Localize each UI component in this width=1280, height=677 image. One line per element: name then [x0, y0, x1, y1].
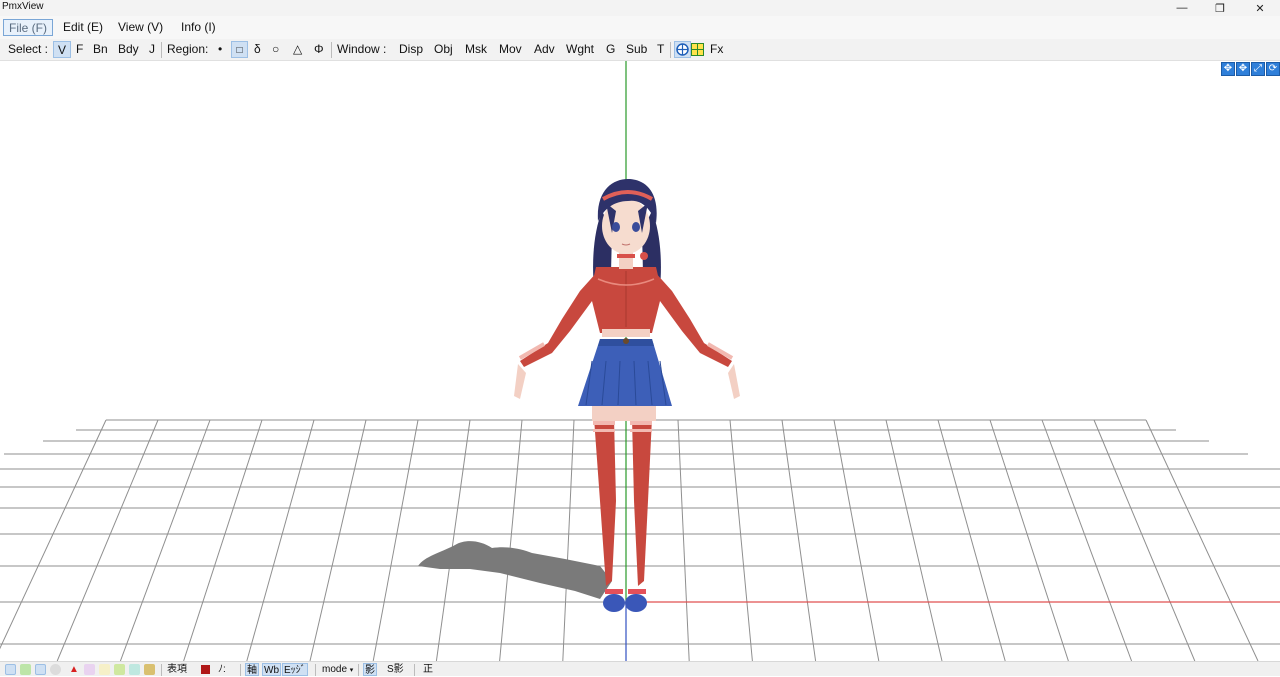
body-display-icon[interactable] — [35, 664, 46, 675]
window-adv-button[interactable]: Adv — [532, 41, 557, 58]
menu-info[interactable]: Info (I) — [176, 19, 221, 36]
region-label: Region: — [167, 42, 209, 56]
app-title: PmxView — [2, 1, 44, 12]
wb-toggle[interactable]: Wb — [262, 663, 281, 676]
menu-file[interactable]: File (F) — [3, 19, 53, 36]
grid-line — [937, 419, 1006, 661]
light-icon[interactable] — [99, 664, 110, 675]
grid-line — [435, 419, 471, 661]
toolbar-separator — [670, 42, 671, 58]
front-view-button[interactable]: 正 — [423, 663, 433, 676]
bottom-toolbar: ▲ 表項 ﾉ: 軸 Wb Eｯｼﾞ mode ▾ 影 S影 正 — [0, 661, 1280, 676]
move-xz-icon[interactable]: ✥ — [1236, 62, 1250, 76]
menu-bar: File (F) Edit (E) View (V) Info (I) — [0, 16, 1280, 39]
axis-toggle[interactable]: 軸 — [245, 663, 259, 676]
window-label: Window : — [337, 42, 387, 56]
chevron-down-icon: ▾ — [349, 667, 354, 674]
grid-icon[interactable] — [691, 41, 705, 58]
restore-button[interactable]: ❐ — [1200, 0, 1240, 16]
point-display-icon[interactable] — [5, 664, 16, 675]
grid-line — [781, 419, 817, 661]
grid-line — [562, 419, 575, 661]
title-bar: PmxView — ❐ ✕ — [0, 0, 1280, 16]
region-phi-button[interactable]: Φ — [312, 41, 326, 58]
grid-line — [0, 419, 107, 650]
selfshadow-toggle[interactable]: S影 — [387, 663, 404, 676]
joint-display-icon[interactable] — [50, 664, 61, 675]
grid-line — [309, 419, 367, 661]
wave-icon[interactable] — [84, 664, 95, 675]
region-lasso-button[interactable]: δ — [252, 41, 263, 58]
mode-label: mode — [322, 664, 348, 675]
status-separator — [358, 664, 359, 676]
color-swatch-icon[interactable] — [201, 665, 210, 674]
grid-line — [1145, 419, 1259, 661]
grid-line — [499, 419, 523, 661]
grid-line — [183, 419, 263, 661]
cyan-icon[interactable] — [129, 664, 140, 675]
select-body-button[interactable]: Bdy — [116, 41, 141, 58]
status-separator — [240, 664, 241, 676]
select-joint-button[interactable]: J — [147, 41, 157, 58]
3d-viewport[interactable] — [0, 61, 1280, 661]
grid-line — [677, 419, 690, 661]
grid-line — [833, 419, 880, 661]
status-separator — [414, 664, 415, 676]
character-model — [514, 179, 740, 612]
fx-button[interactable]: Fx — [708, 41, 725, 58]
status-separator — [161, 664, 162, 676]
bone-display-icon[interactable] — [20, 664, 31, 675]
triangle-icon[interactable]: ▲ — [69, 663, 79, 676]
zoom-icon[interactable]: ⤢ — [1251, 62, 1265, 76]
toolbar: Select : V F Bn Bdy J Region: • □ δ ○ △ … — [0, 39, 1280, 61]
grid-line — [246, 419, 315, 661]
grid-line — [885, 419, 943, 661]
window-mov-button[interactable]: Mov — [497, 41, 524, 58]
grid-line — [989, 419, 1069, 661]
view-nav-controls: ✥ ✥ ⤢ ⟳ — [1221, 62, 1280, 76]
menu-view[interactable]: View (V) — [113, 19, 168, 36]
close-button[interactable]: ✕ — [1240, 0, 1280, 16]
grid-line — [1093, 419, 1196, 661]
character-shadow — [418, 541, 612, 599]
grid-line — [119, 419, 211, 661]
menu-edit[interactable]: Edit (E) — [58, 19, 108, 36]
grid-line — [729, 419, 753, 661]
move-xy-icon[interactable]: ✥ — [1221, 62, 1235, 76]
mode-dropdown[interactable]: mode ▾ — [322, 663, 353, 676]
window-sub-button[interactable]: Sub — [624, 41, 649, 58]
window-g-button[interactable]: G — [604, 41, 617, 58]
status-separator — [315, 664, 316, 676]
scene-canvas — [0, 61, 1280, 661]
region-triangle-button[interactable]: △ — [291, 41, 304, 58]
minimize-button[interactable]: — — [1162, 0, 1202, 16]
morph-label[interactable]: 表項 — [167, 663, 187, 676]
toolbar-separator — [331, 42, 332, 58]
region-circle-button[interactable]: ○ — [270, 41, 281, 58]
globe-icon[interactable] — [674, 41, 691, 58]
grid-line — [56, 419, 159, 661]
window-disp-button[interactable]: Disp — [397, 41, 425, 58]
toolbar-separator — [161, 42, 162, 58]
select-vertex-button[interactable]: V — [53, 41, 71, 58]
morph-icon[interactable] — [114, 664, 125, 675]
lock-icon[interactable] — [144, 664, 155, 675]
grid-line — [372, 419, 419, 661]
grid-line — [1041, 419, 1133, 661]
window-wght-button[interactable]: Wght — [564, 41, 596, 58]
select-label: Select : — [8, 42, 49, 56]
window-msk-button[interactable]: Msk — [463, 41, 489, 58]
rotate-icon[interactable]: ⟳ — [1266, 62, 1280, 76]
no-label[interactable]: ﾉ: — [218, 663, 226, 676]
select-face-button[interactable]: F — [74, 41, 85, 58]
edge-toggle[interactable]: Eｯｼﾞ — [282, 663, 308, 676]
window-obj-button[interactable]: Obj — [432, 41, 455, 58]
region-rect-button[interactable]: □ — [231, 41, 248, 58]
region-point-button[interactable]: • — [216, 41, 224, 58]
window-t-button[interactable]: T — [655, 41, 666, 58]
select-bone-button[interactable]: Bn — [91, 41, 110, 58]
shadow-toggle[interactable]: 影 — [363, 663, 377, 676]
